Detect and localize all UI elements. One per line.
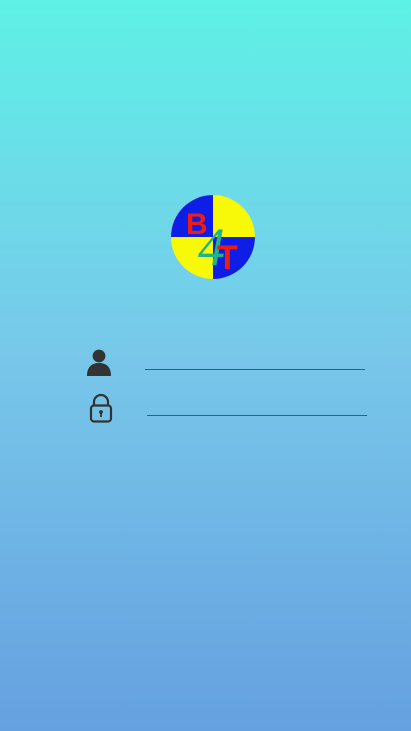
logo-letter-t: T (217, 239, 238, 277)
password-input[interactable] (147, 398, 367, 416)
app-logo-graphic: B 4 T (171, 195, 255, 279)
app-logo: B 4 T (169, 193, 257, 281)
login-screen: B 4 T (0, 0, 411, 731)
person-icon (84, 347, 114, 377)
lock-icon (86, 393, 116, 423)
username-input[interactable] (145, 352, 365, 370)
password-row (86, 393, 368, 427)
username-row (84, 347, 366, 381)
